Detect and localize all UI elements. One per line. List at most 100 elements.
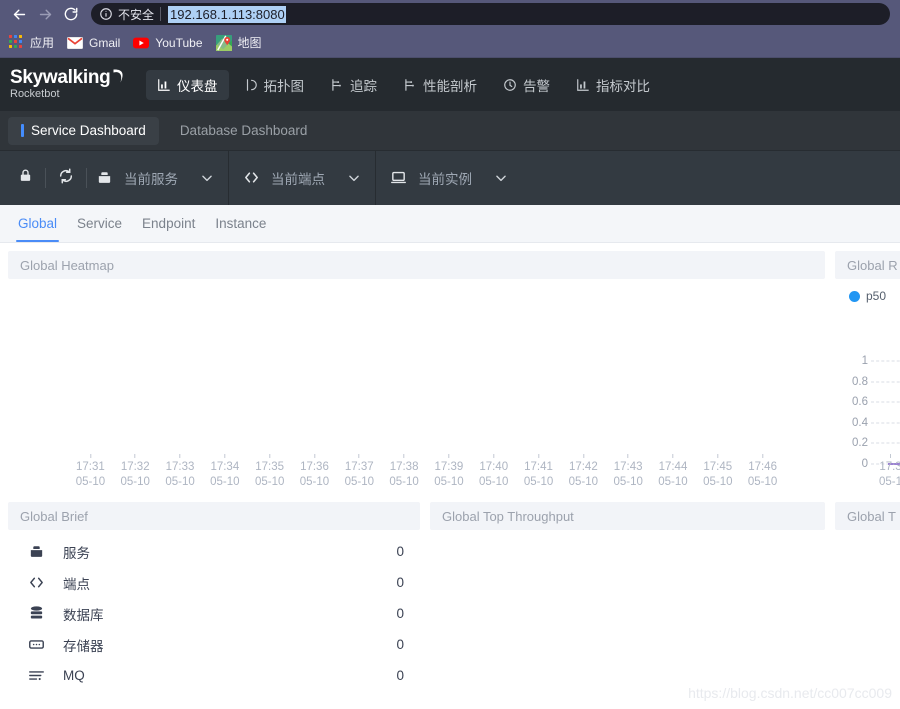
back-button[interactable] <box>6 1 32 27</box>
brief-value: 0 <box>396 544 404 559</box>
brief-value: 0 <box>396 668 404 683</box>
skywalking-app: Skywalking Rocketbot 仪表盘 拓扑图 追踪 性能剖析 告警 … <box>0 58 900 701</box>
forward-button[interactable] <box>32 1 58 27</box>
bookmark-maps[interactable]: 地图 <box>214 32 269 54</box>
tab-instance[interactable]: Instance <box>205 205 276 242</box>
tab-label: Service <box>77 216 123 231</box>
app-logo-title: Skywalking <box>10 68 128 87</box>
chevron-down-icon <box>494 171 508 185</box>
brief-label: 端点 <box>63 576 90 592</box>
service-selector[interactable]: 当前服务 <box>94 168 216 188</box>
address-bar[interactable]: 不安全 192.168.1.113:8080 <box>91 3 890 25</box>
brief-row[interactable]: 端点 0 <box>8 567 420 598</box>
brief-label: 服务 <box>63 545 90 561</box>
dashboard-tab-database[interactable]: Database Dashboard <box>167 117 321 145</box>
response-time-x-tick: 17:3 05-1 <box>879 454 900 490</box>
endpoint-selector-label: 当前端点 <box>271 172 325 187</box>
toolbar-actions-group: 当前服务 <box>0 151 229 205</box>
scope-tabs: Global Service Endpoint Instance <box>0 205 900 243</box>
app-logo-subtitle: Rocketbot <box>10 87 60 100</box>
panel-global-response-time: Global R p50 0 0.2 0.4 0.6 0.8 1 17:3 05-1 <box>835 251 900 494</box>
brief-row[interactable]: 数据库 0 <box>8 598 420 629</box>
chevron-down-icon <box>347 171 361 185</box>
arrow-right-icon <box>37 6 54 23</box>
app-logo[interactable]: Skywalking Rocketbot <box>10 68 128 102</box>
bookmark-apps[interactable]: 应用 <box>7 32 61 54</box>
heatmap-x-tick: 17:44 05-10 <box>658 454 688 490</box>
chart-gridline <box>871 422 900 424</box>
legend-dot-p50-icon <box>849 290 860 302</box>
service-selector-label: 当前服务 <box>124 172 178 187</box>
dashboard-icon <box>157 78 171 92</box>
global-top-throughput-list[interactable] <box>430 530 825 688</box>
nav-item-alarm[interactable]: 告警 <box>492 70 561 100</box>
tab-endpoint[interactable]: Endpoint <box>132 205 205 242</box>
response-time-chart[interactable]: p50 0 0.2 0.4 0.6 0.8 1 17:3 05-1 <box>835 279 900 494</box>
lock-icon <box>18 168 33 188</box>
nav-item-compare[interactable]: 指标对比 <box>565 70 661 100</box>
brief-row[interactable]: MQ 0 <box>8 660 420 688</box>
nav-item-label: 性能剖析 <box>423 78 477 94</box>
chart-gridline <box>871 381 900 383</box>
dashboard-tab-label: Database Dashboard <box>179 123 308 138</box>
heatmap-x-tick: 17:35 05-10 <box>255 454 284 490</box>
response-time-y-tick: 0.6 <box>852 396 868 409</box>
heatmap-x-tick: 17:41 05-10 <box>524 454 553 490</box>
brief-value: 0 <box>396 637 404 652</box>
heatmap-x-tick: 17:45 05-10 <box>703 454 732 490</box>
tab-label: Global <box>18 216 58 231</box>
bookmark-youtube[interactable]: YouTube <box>131 32 209 54</box>
info-circle-icon[interactable] <box>99 7 113 21</box>
heatmap-chart[interactable]: 17:31 05-10 17:32 05-10 17:33 05-10 17:34 05-10… <box>8 279 825 494</box>
brief-label: MQ <box>63 668 85 683</box>
endpoint-selector[interactable]: 当前端点 <box>241 168 363 188</box>
brief-label: 数据库 <box>63 607 104 623</box>
nav-item-label: 仪表盘 <box>177 78 218 94</box>
nav-item-dashboard[interactable]: 仪表盘 <box>146 69 229 100</box>
url-text[interactable]: 192.168.1.113:8080 <box>168 5 286 23</box>
service-icon <box>96 169 114 187</box>
instance-selector-label: 当前实例 <box>418 172 472 187</box>
reload-button[interactable] <box>58 1 84 27</box>
panel-global-top-throughput: Global Top Throughput <box>430 502 825 688</box>
instance-selector[interactable]: 当前实例 <box>388 168 510 188</box>
dashboard-tab-service[interactable]: Service Dashboard <box>8 116 159 145</box>
response-time-y-tick: 0.4 <box>852 416 868 429</box>
endpoint-icon <box>28 574 45 591</box>
brief-row[interactable]: 存储器 0 <box>8 629 420 660</box>
brief-row[interactable]: 服务 0 <box>8 536 420 567</box>
heatmap-x-tick: 17:37 05-10 <box>345 454 374 490</box>
lock-button[interactable] <box>12 165 38 191</box>
bookmark-label: 应用 <box>30 36 55 50</box>
bookmark-label: Gmail <box>89 35 121 50</box>
brief-value: 0 <box>396 606 404 621</box>
chart-gridline <box>871 401 900 403</box>
heatmap-x-tick: 17:32 05-10 <box>121 454 150 490</box>
bookmark-label: 地图 <box>237 36 262 50</box>
panel-title: Global Brief <box>8 502 420 530</box>
browser-chrome: 不安全 192.168.1.113:8080 应用 Gmail YouTube <box>0 0 900 58</box>
response-time-x-axis: 17:3 05-1 <box>835 454 900 494</box>
nav-item-label: 指标对比 <box>596 78 650 94</box>
response-time-y-tick: 1 <box>861 355 868 367</box>
chart-legend[interactable]: p50 <box>835 279 900 303</box>
heatmap-x-tick: 17:46 05-10 <box>748 454 777 490</box>
reload-icon <box>63 6 79 22</box>
endpoint-selector-group: 当前端点 <box>229 151 376 205</box>
tab-service[interactable]: Service <box>67 205 132 242</box>
nav-item-profile[interactable]: 性能剖析 <box>392 70 488 100</box>
global-top-list[interactable] <box>835 530 900 688</box>
heatmap-x-tick: 17:36 05-10 <box>300 454 329 490</box>
omnibox-divider <box>160 7 162 21</box>
tab-global[interactable]: Global <box>8 205 67 242</box>
nav-item-trace[interactable]: 追踪 <box>319 70 388 100</box>
heatmap-x-tick: 17:31 05-10 <box>76 454 105 490</box>
refresh-button[interactable] <box>53 165 79 191</box>
instance-selector-group: 当前实例 <box>376 151 900 205</box>
nav-item-topology[interactable]: 拓扑图 <box>233 70 316 100</box>
dashboard-content: Global Heatmap 17:31 05-10 17:32 05-10 17:33… <box>0 243 900 701</box>
bookmark-gmail[interactable]: Gmail <box>65 32 127 54</box>
app-header: Skywalking Rocketbot 仪表盘 拓扑图 追踪 性能剖析 告警 … <box>0 58 900 111</box>
panel-global-heatmap: Global Heatmap 17:31 05-10 17:32 05-10 17:33… <box>8 251 825 494</box>
heatmap-x-tick: 17:42 05-10 <box>569 454 598 490</box>
